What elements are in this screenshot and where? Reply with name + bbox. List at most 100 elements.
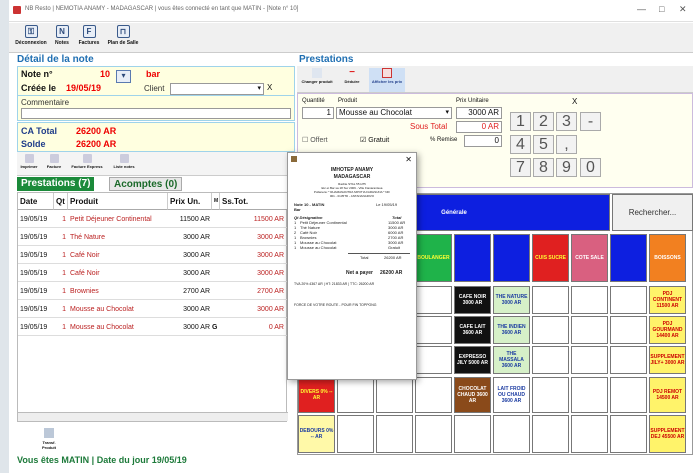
category-tile[interactable] xyxy=(337,415,374,453)
offert-checkbox[interactable]: ☐ Offert xyxy=(302,136,328,144)
table-row[interactable]: 19/05/19 1 Thé Nature 3000 AR 3000 AR xyxy=(18,229,288,246)
maximize-button[interactable]: □ xyxy=(659,4,664,14)
close-button[interactable]: ✕ xyxy=(679,4,687,15)
category-tile[interactable]: CAFE LAIT 3600 AR xyxy=(454,316,491,344)
change-product-button[interactable]: Changer produit xyxy=(299,68,335,92)
category-tile[interactable] xyxy=(610,234,647,282)
table-row[interactable]: 19/05/19 1 Mousse au Chocolat 3000 AR 3000 A… xyxy=(18,301,288,318)
category-tile[interactable] xyxy=(454,415,491,453)
transfer-product-button[interactable]: Transf. Produit xyxy=(35,426,63,450)
table-row[interactable]: 19/05/19 1 Mousse au Chocolat 3000 AR G 0 AR xyxy=(18,319,288,336)
table-row[interactable]: 19/05/19 1 Café Noir 3000 AR 3000 AR xyxy=(18,247,288,264)
category-tile[interactable] xyxy=(415,316,452,344)
category-tile[interactable] xyxy=(493,415,530,453)
category-tile[interactable] xyxy=(532,316,569,344)
category-tile[interactable] xyxy=(610,346,647,374)
category-tile[interactable]: BOULANGER xyxy=(415,234,452,282)
category-tile[interactable] xyxy=(415,286,452,314)
invoice-button[interactable]: Facture xyxy=(43,154,65,169)
keypad-key[interactable]: 3 xyxy=(556,112,577,131)
category-tile[interactable]: PDJ CONTINENT 11500 AR xyxy=(649,286,686,314)
category-tile[interactable]: THE INDIEN 3600 AR xyxy=(493,316,530,344)
category-tile[interactable] xyxy=(571,316,608,344)
keypad-key[interactable]: - xyxy=(580,112,601,131)
category-tile[interactable]: DEBOURS 0% -- AR xyxy=(298,415,335,453)
unit-price-input[interactable]: 3000 AR xyxy=(456,107,502,119)
category-tile[interactable] xyxy=(493,234,530,282)
category-tile[interactable]: BOISSONS xyxy=(649,234,686,282)
col-header-date[interactable]: Date xyxy=(18,193,54,210)
table-row[interactable]: 19/05/19 1 Petit Déjeuner Continental 11500… xyxy=(18,211,288,228)
col-header-sstot[interactable]: Ss.Tot. xyxy=(220,193,288,210)
notes-button[interactable]: N Notes xyxy=(51,25,73,52)
category-tile[interactable] xyxy=(610,415,647,453)
table-row[interactable]: 19/05/19 1 Brownies 2700 AR 2700 AR xyxy=(18,283,288,300)
tab-prestations[interactable]: Prestations (7) xyxy=(17,177,95,191)
category-tile[interactable]: CUIS SUCRE xyxy=(532,234,569,282)
keypad-key[interactable]: 9 xyxy=(556,158,577,177)
keypad-key[interactable]: 0 xyxy=(580,158,601,177)
deduct-button[interactable]: − Déduire xyxy=(339,68,365,92)
category-tile[interactable] xyxy=(532,346,569,374)
category-tile[interactable] xyxy=(610,316,647,344)
keypad-key[interactable]: 5 xyxy=(533,135,554,154)
category-tile[interactable] xyxy=(454,234,491,282)
category-tile[interactable]: THE NATURE 3000 AR xyxy=(493,286,530,314)
category-tile[interactable]: CAFE NOIR 3000 AR xyxy=(454,286,491,314)
keypad-key[interactable]: 7 xyxy=(510,158,531,177)
show-prices-button[interactable]: Afficher les prix xyxy=(369,68,405,92)
form-clear-button[interactable]: X xyxy=(572,97,577,106)
category-tile[interactable]: SUPPLEMENT DEJ 45500 AR xyxy=(649,415,686,453)
keypad-key[interactable]: 1 xyxy=(510,112,531,131)
minimize-button[interactable]: — xyxy=(637,4,646,14)
keypad-key[interactable]: 8 xyxy=(533,158,554,177)
notes-list-button[interactable]: Liste notes xyxy=(109,154,139,169)
category-tile[interactable]: THE MASSALA 3600 AR xyxy=(493,346,530,374)
note-selector-button[interactable]: ▾ xyxy=(116,70,131,83)
category-tile[interactable] xyxy=(610,286,647,314)
category-tile[interactable]: CHOCOLAT CHAUD 3600 AR xyxy=(454,377,491,413)
keypad-key[interactable]: , xyxy=(556,135,577,154)
client-clear-button[interactable]: X xyxy=(267,83,272,92)
category-tile[interactable] xyxy=(532,286,569,314)
keypad-key[interactable]: 4 xyxy=(510,135,531,154)
print-button[interactable]: Imprimer xyxy=(19,154,39,169)
category-tile[interactable]: SUPPLEMENT JILY+ 3000 AR xyxy=(649,346,686,374)
category-tile[interactable]: DIVERS 0% -- AR xyxy=(298,377,335,413)
room-plan-button[interactable]: ⊓ Plan de Salle xyxy=(105,25,141,52)
category-tile[interactable]: EXPRESSO JILY 5000 AR xyxy=(454,346,491,374)
invoices-button[interactable]: F Factures xyxy=(75,25,103,52)
keypad-key[interactable]: 2 xyxy=(533,112,554,131)
category-tile[interactable] xyxy=(415,377,452,413)
category-tile[interactable] xyxy=(376,377,413,413)
gratuit-checkbox[interactable]: ☑ Gratuit xyxy=(360,136,389,144)
tab-acomptes[interactable]: Acomptes (0) xyxy=(109,177,183,191)
category-tile[interactable] xyxy=(571,377,608,413)
client-select[interactable]: ▾ xyxy=(170,83,264,95)
col-header-prix[interactable]: Prix Un. xyxy=(168,193,212,210)
col-header-m[interactable]: M xyxy=(212,193,220,210)
search-button[interactable]: Rechercher... xyxy=(612,194,693,231)
category-tile[interactable] xyxy=(610,377,647,413)
logout-button[interactable]: ⚿ Déconnexion xyxy=(13,25,49,52)
category-tile[interactable]: PDJ GOURMAND 14400 AR xyxy=(649,316,686,344)
remise-input[interactable]: 0 xyxy=(464,135,502,147)
col-header-produit[interactable]: Produit xyxy=(68,193,168,210)
category-tile[interactable] xyxy=(571,286,608,314)
category-tile[interactable] xyxy=(571,415,608,453)
category-tile[interactable] xyxy=(376,415,413,453)
comment-input[interactable] xyxy=(21,108,291,119)
receipt-close-button[interactable]: ✕ xyxy=(405,155,412,164)
horizontal-scrollbar[interactable] xyxy=(18,412,288,421)
product-select[interactable]: Mousse au Chocolat ▾ xyxy=(336,107,452,119)
category-tile[interactable]: PDJ REMOT 14500 AR xyxy=(649,377,686,413)
category-tile[interactable] xyxy=(571,346,608,374)
express-invoice-button[interactable]: Facture Express xyxy=(69,154,105,169)
category-tile[interactable]: COTE SALE xyxy=(571,234,608,282)
qty-input[interactable]: 1 xyxy=(302,107,334,119)
category-tile[interactable] xyxy=(532,415,569,453)
category-tile[interactable] xyxy=(532,377,569,413)
table-row[interactable]: 19/05/19 1 Café Noir 3000 AR 3000 AR xyxy=(18,265,288,282)
col-header-qt[interactable]: Qt xyxy=(54,193,68,210)
category-tile[interactable] xyxy=(415,415,452,453)
